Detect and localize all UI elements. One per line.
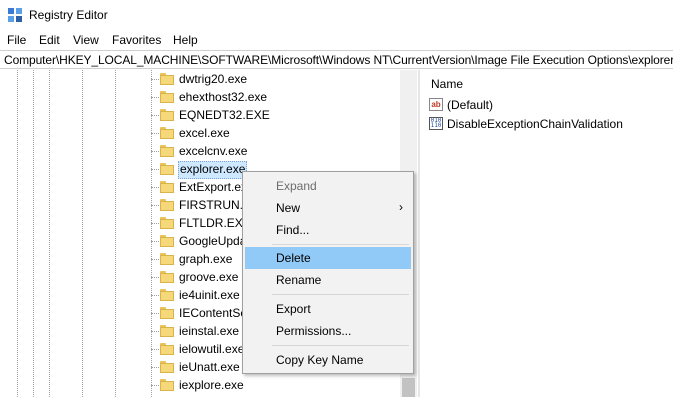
folder-icon bbox=[160, 307, 174, 319]
menu-edit[interactable]: Edit bbox=[39, 33, 60, 47]
tree-item-label: iexplore.exe bbox=[179, 378, 244, 392]
name-column-header[interactable]: Name bbox=[431, 77, 463, 91]
tree-guide-line bbox=[33, 70, 34, 397]
menu-separator bbox=[272, 294, 409, 295]
menu-file[interactable]: File bbox=[7, 33, 26, 47]
menu-item-new[interactable]: New › bbox=[245, 197, 411, 219]
menu-item-rename[interactable]: Rename bbox=[245, 269, 411, 291]
context-menu: Expand New › Find... Delete Rename Export… bbox=[242, 171, 414, 374]
folder-icon bbox=[160, 379, 174, 391]
menu-item-expand[interactable]: Expand bbox=[245, 175, 411, 197]
folder-icon bbox=[160, 91, 174, 103]
folder-icon bbox=[160, 271, 174, 283]
folder-icon bbox=[160, 289, 174, 301]
values-pane[interactable]: Name ab (Default) 010 110 DisableExceptio… bbox=[420, 70, 673, 397]
value-name: DisableExceptionChainValidation bbox=[447, 117, 623, 131]
folder-icon bbox=[160, 217, 174, 229]
tree-item[interactable]: ehexthost32.exe bbox=[151, 88, 401, 106]
value-name: (Default) bbox=[447, 98, 494, 112]
menu-separator bbox=[272, 345, 409, 346]
tree-guide-line bbox=[17, 70, 18, 397]
menu-item-copy-key-name[interactable]: Copy Key Name bbox=[245, 349, 411, 371]
tree-item-label: ehexthost32.exe bbox=[179, 90, 268, 104]
menu-item-delete[interactable]: Delete bbox=[245, 247, 411, 269]
folder-icon bbox=[160, 343, 174, 355]
tree-item-label: graph.exe bbox=[179, 252, 233, 266]
address-bar[interactable]: Computer\HKEY_LOCAL_MACHINE\SOFTWARE\Mic… bbox=[0, 50, 673, 69]
registry-editor-icon bbox=[8, 8, 22, 22]
chevron-right-icon: › bbox=[399, 200, 403, 214]
folder-icon bbox=[160, 109, 174, 121]
value-row[interactable]: 010 110 DisableExceptionChainValidation bbox=[429, 115, 669, 133]
tree-item[interactable]: EQNEDT32.EXE bbox=[151, 106, 401, 124]
tree-item[interactable]: excel.exe bbox=[151, 124, 401, 142]
tree-item[interactable]: excelcnv.exe bbox=[151, 142, 401, 160]
folder-icon bbox=[160, 235, 174, 247]
tree-item-label: EQNEDT32.EXE bbox=[179, 108, 270, 122]
tree-item-label: groove.exe bbox=[179, 270, 239, 284]
tree-item-label: ieUnatt.exe bbox=[179, 360, 240, 374]
tree-item[interactable]: dwtrig20.exe bbox=[151, 70, 401, 88]
binary-value-icon: 010 110 bbox=[429, 117, 443, 130]
folder-icon bbox=[160, 199, 174, 211]
window-title: Registry Editor bbox=[29, 8, 108, 22]
tree-item-label: excelcnv.exe bbox=[179, 144, 248, 158]
folder-icon bbox=[160, 361, 174, 373]
tree-item-label: ielowutil.exe bbox=[179, 342, 245, 356]
folder-icon bbox=[160, 163, 174, 175]
value-row[interactable]: ab (Default) bbox=[429, 96, 669, 114]
scrollbar-thumb[interactable] bbox=[402, 378, 415, 397]
menu-view[interactable]: View bbox=[73, 33, 99, 47]
menu-item-permissions[interactable]: Permissions... bbox=[245, 320, 411, 342]
tree-guide-line bbox=[82, 70, 83, 397]
string-value-icon: ab bbox=[429, 98, 443, 111]
folder-icon bbox=[160, 253, 174, 265]
menu-separator bbox=[272, 244, 409, 245]
folder-icon bbox=[160, 127, 174, 139]
tree-item[interactable]: iexplore.exe bbox=[151, 376, 401, 394]
tree-item-label: FLTLDR.EXE bbox=[179, 216, 251, 230]
folder-icon bbox=[160, 181, 174, 193]
tree-item-label: explorer.exe bbox=[178, 161, 248, 179]
address-path[interactable]: Computer\HKEY_LOCAL_MACHINE\SOFTWARE\Mic… bbox=[4, 53, 673, 67]
tree-item-label: ie4uinit.exe bbox=[179, 288, 240, 302]
menu-bar: File Edit View Favorites Help bbox=[0, 31, 673, 49]
tree-guide-line bbox=[115, 70, 116, 397]
tree-item-label: ieinstal.exe bbox=[179, 324, 240, 338]
menu-help[interactable]: Help bbox=[173, 33, 198, 47]
folder-icon bbox=[160, 325, 174, 337]
menu-item-export[interactable]: Export bbox=[245, 298, 411, 320]
title-bar: Registry Editor bbox=[0, 0, 673, 30]
folder-icon bbox=[160, 145, 174, 157]
tree-guide-line bbox=[49, 70, 50, 397]
folder-icon bbox=[160, 73, 174, 85]
menu-favorites[interactable]: Favorites bbox=[112, 33, 161, 47]
menu-item-find[interactable]: Find... bbox=[245, 219, 411, 241]
tree-item-label: excel.exe bbox=[179, 126, 230, 140]
tree-item-label: dwtrig20.exe bbox=[179, 72, 248, 86]
